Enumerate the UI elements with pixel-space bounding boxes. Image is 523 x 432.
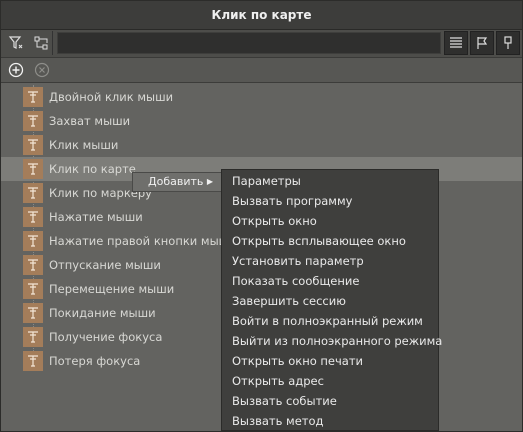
search-input[interactable] <box>57 32 441 54</box>
list-item-label: Двойной клик мыши <box>49 90 174 104</box>
menu-item-open-popup[interactable]: Открыть всплывающее окно <box>222 231 438 251</box>
menu-item-open-address[interactable]: Открыть адрес <box>222 371 438 391</box>
filter-icon[interactable] <box>4 31 28 55</box>
list-item-label: Покидание мыши <box>49 306 156 320</box>
list-item-label: Получение фокуса <box>49 330 163 344</box>
list-view-icon[interactable] <box>444 31 468 55</box>
event-icon <box>23 279 43 299</box>
flow-icon[interactable] <box>29 31 53 55</box>
remove-circle-icon[interactable] <box>32 60 52 80</box>
menu-item-call-event[interactable]: Вызвать событие <box>222 391 438 411</box>
list-item-label: Нажатие мыши <box>49 210 143 224</box>
event-icon <box>23 255 43 275</box>
menu-item-call-method[interactable]: Вызвать метод <box>222 411 438 431</box>
menu-item-end-session[interactable]: Завершить сессию <box>222 291 438 311</box>
event-icon <box>23 111 43 131</box>
event-icon <box>23 207 43 227</box>
add-circle-icon[interactable] <box>6 60 26 80</box>
list-item-label: Клик по карте <box>49 162 136 176</box>
event-icon <box>23 159 43 179</box>
list-item-label: Потеря фокуса <box>49 354 141 368</box>
chevron-right-icon: ▶ <box>206 177 213 186</box>
list-item[interactable]: Клик мыши <box>1 133 522 157</box>
event-icon <box>23 87 43 107</box>
menu-item-show-message[interactable]: Показать сообщение <box>222 271 438 291</box>
menu-item-call-program[interactable]: Вызвать программу <box>222 191 438 211</box>
menu-item-open-window[interactable]: Открыть окно <box>222 211 438 231</box>
menu-item-open-print[interactable]: Открыть окно печати <box>222 351 438 371</box>
menu-item-enter-fullscreen[interactable]: Войти в полноэкранный режим <box>222 311 438 331</box>
event-icon <box>23 231 43 251</box>
list-item-label: Отпускание мыши <box>49 258 161 272</box>
flag-icon[interactable] <box>470 31 494 55</box>
list-item-label: Перемещение мыши <box>49 282 175 296</box>
event-icon <box>23 135 43 155</box>
event-icon <box>23 303 43 323</box>
menu-item-parameters[interactable]: Параметры <box>222 171 438 191</box>
menu-item-exit-fullscreen[interactable]: Выйти из полноэкранного режима <box>222 331 442 351</box>
add-submenu: Параметры Вызвать программу Открыть окно… <box>221 169 442 431</box>
list-item[interactable]: Захват мыши <box>1 109 522 133</box>
pin-icon[interactable] <box>496 31 520 55</box>
add-menu-label: Добавить <box>148 175 204 188</box>
action-bar <box>1 58 522 83</box>
event-icon <box>23 327 43 347</box>
add-menu-item[interactable]: Добавить ▶ <box>132 172 222 192</box>
menu-item-set-parameter[interactable]: Установить параметр <box>222 251 438 271</box>
list-item-label: Клик мыши <box>49 138 119 152</box>
events-panel: Клик по карте Двойной клик мыши Захват м… <box>0 0 523 432</box>
toolbar <box>1 30 522 58</box>
event-icon <box>23 183 43 203</box>
panel-title: Клик по карте <box>1 1 522 30</box>
list-item-label: Нажатие правой кнопки мыши <box>49 234 237 248</box>
list-item-label: Захват мыши <box>49 114 131 128</box>
list-item[interactable]: Двойной клик мыши <box>1 85 522 109</box>
event-icon <box>23 351 43 371</box>
